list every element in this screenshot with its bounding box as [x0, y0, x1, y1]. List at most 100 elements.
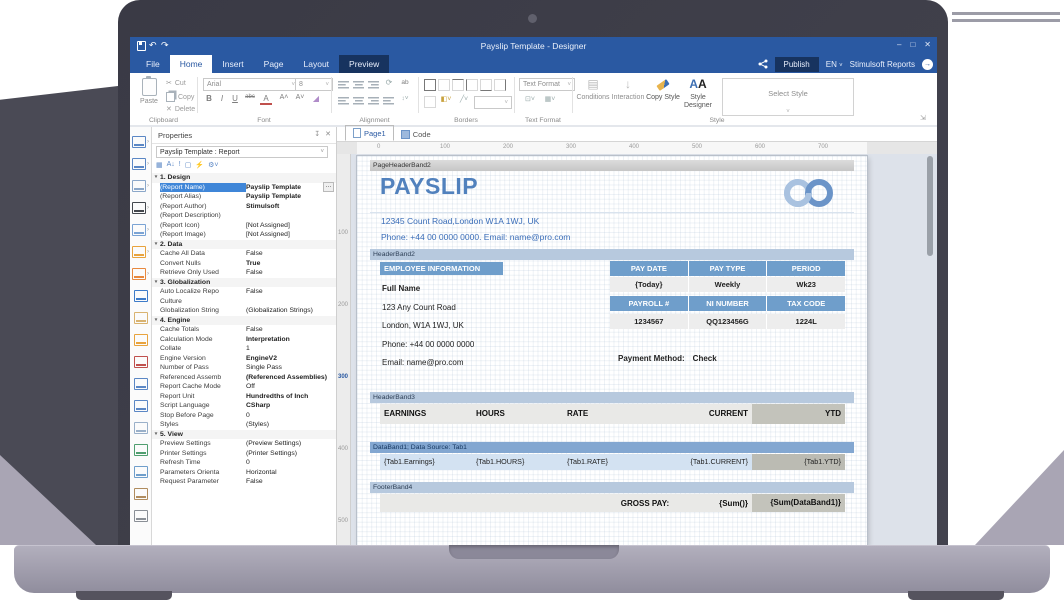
- strikethrough-button[interactable]: abc: [242, 94, 258, 100]
- property-row[interactable]: (Report Author)Stimulsoft: [152, 202, 336, 212]
- property-row[interactable]: Request ParameterFalse: [152, 477, 336, 487]
- no-borders-icon[interactable]: [438, 79, 450, 91]
- property-row[interactable]: Parameters OrientaHorizontal: [152, 468, 336, 478]
- tab-code[interactable]: Code: [394, 128, 438, 141]
- gear-icon[interactable]: ⚙˅: [208, 161, 218, 169]
- report-cell[interactable]: {Tab1.RATE}: [563, 454, 657, 470]
- report-cell[interactable]: 1224L: [767, 314, 845, 329]
- copy-style-button[interactable]: Copy Style: [646, 77, 680, 102]
- property-group[interactable]: ▾4. Engine: [152, 316, 336, 326]
- report-cell[interactable]: Weekly: [689, 277, 768, 292]
- border-color-select[interactable]: ˅: [474, 96, 512, 109]
- language-selector[interactable]: EN ˅: [826, 60, 843, 69]
- all-borders-icon[interactable]: [424, 79, 436, 91]
- report-cell[interactable]: {Tab1.Earnings}: [380, 454, 472, 470]
- select-style-box[interactable]: Select Style ˅: [722, 78, 854, 116]
- folder-band-icon[interactable]: [134, 307, 148, 329]
- wrap-text-icon[interactable]: ab: [398, 79, 412, 86]
- property-row[interactable]: Styles(Styles): [152, 420, 336, 430]
- maximize-button[interactable]: □: [910, 40, 915, 49]
- report-cell[interactable]: PAY DATE: [610, 261, 689, 276]
- categorized-icon[interactable]: ▦: [156, 161, 163, 169]
- account-label[interactable]: Stimulsoft Reports: [850, 60, 915, 69]
- property-row[interactable]: Number of PassSingle Pass: [152, 363, 336, 373]
- property-row[interactable]: Cache All DataFalse: [152, 249, 336, 259]
- table-icon[interactable]: [134, 439, 148, 461]
- report-cell[interactable]: {Today}: [610, 277, 689, 292]
- property-row[interactable]: (Report Name)Payslip Template…: [152, 183, 336, 193]
- band-header3[interactable]: HeaderBand3: [370, 392, 854, 403]
- property-row[interactable]: Preview Settings(Preview Settings): [152, 439, 336, 449]
- report-cell[interactable]: {Tab1.YTD}: [752, 454, 845, 470]
- property-row[interactable]: Script LanguageCSharp: [152, 401, 336, 411]
- company-logo[interactable]: [781, 176, 837, 210]
- employee-info-header[interactable]: EMPLOYEE INFORMATION: [380, 262, 503, 275]
- minimize-button[interactable]: –: [897, 40, 901, 49]
- report-cell[interactable]: Wk23: [767, 277, 845, 292]
- align-bottom-icon[interactable]: [368, 81, 379, 89]
- design-canvas[interactable]: PageHeaderBand2 PAYSLIP 12345 Count Road…: [337, 154, 937, 545]
- band-icon[interactable]: [134, 329, 148, 351]
- pin-icon[interactable]: ↧: [314, 130, 320, 138]
- property-group[interactable]: ▾3. Globalization: [152, 278, 336, 288]
- clock-icon[interactable]: ›: [132, 263, 149, 285]
- menu-tab-page[interactable]: Page: [254, 55, 294, 73]
- important-icon[interactable]: !: [179, 161, 181, 169]
- payment-method[interactable]: Payment Method:Check: [610, 354, 717, 363]
- report-cell[interactable]: TAX CODE: [767, 296, 845, 311]
- style-dialog-launcher-icon[interactable]: ⇲: [920, 114, 926, 122]
- property-row[interactable]: (Report Image)[Not Assigned]: [152, 230, 336, 240]
- text-in-cells-icon[interactable]: [134, 373, 148, 395]
- report-cell[interactable]: PAYROLL #: [610, 296, 689, 311]
- company-address[interactable]: 12345 Count Road,London W1A 1WJ, UK: [381, 216, 539, 226]
- bold-button[interactable]: B: [203, 94, 215, 103]
- report-text[interactable]: 123 Any Count Road: [382, 299, 532, 318]
- page-blank-icon[interactable]: [134, 417, 148, 439]
- top-border-icon[interactable]: [452, 79, 464, 91]
- conditions-button[interactable]: ▤ Conditions: [576, 77, 610, 102]
- font-size-select[interactable]: 8˅: [295, 78, 333, 91]
- ytd-sum-cell[interactable]: {Sum(DataBand1)}: [752, 494, 845, 512]
- tab-page1[interactable]: Page1: [345, 125, 394, 141]
- property-row[interactable]: Retrieve Only UsedFalse: [152, 268, 336, 278]
- font-family-select[interactable]: Arial˅: [203, 78, 299, 91]
- menu-tab-preview[interactable]: Preview: [339, 55, 389, 73]
- property-row[interactable]: Refresh Time0: [152, 458, 336, 468]
- report-text[interactable]: Full Name: [382, 280, 532, 299]
- report-cell[interactable]: PERIOD: [767, 261, 845, 276]
- property-page-icon[interactable]: ▢: [185, 161, 192, 169]
- property-row[interactable]: Report Cache ModeOff: [152, 382, 336, 392]
- outside-border-icon[interactable]: [424, 96, 436, 108]
- left-border-icon[interactable]: [466, 79, 478, 91]
- property-row[interactable]: Report UnitHundredths of Inch: [152, 392, 336, 402]
- paste-button[interactable]: Paste: [135, 78, 163, 105]
- report-cell[interactable]: NI NUMBER: [689, 296, 768, 311]
- align-justify-icon[interactable]: [383, 97, 394, 105]
- menu-tab-insert[interactable]: Insert: [212, 55, 253, 73]
- property-row[interactable]: Referenced Assemb(Referenced Assemblies): [152, 373, 336, 383]
- align-left-icon[interactable]: [338, 97, 349, 105]
- ellipsis-button[interactable]: …: [323, 182, 334, 192]
- property-row[interactable]: (Report Icon)[Not Assigned]: [152, 221, 336, 231]
- panel-close-icon[interactable]: ✕: [325, 130, 331, 138]
- report-cell[interactable]: CURRENT: [657, 404, 752, 424]
- band-data[interactable]: DataBand1; Data Source: Tab1: [370, 442, 854, 453]
- report-cell[interactable]: RATE: [563, 404, 657, 424]
- report-cell[interactable]: PAY TYPE: [689, 261, 768, 276]
- delete-button[interactable]: ✕Delete: [166, 105, 195, 113]
- report-cell[interactable]: {Tab1.CURRENT}: [657, 454, 752, 470]
- menu-tab-layout[interactable]: Layout: [294, 55, 340, 73]
- report-cell[interactable]: HOURS: [472, 404, 563, 424]
- border-style-icon[interactable]: ╱˅: [456, 95, 472, 103]
- property-row[interactable]: Stop Before Page0: [152, 411, 336, 421]
- close-button[interactable]: ✕: [924, 40, 931, 49]
- vertical-scrollbar[interactable]: [927, 156, 933, 256]
- events-icon[interactable]: ⚡: [195, 161, 204, 169]
- chart-icon[interactable]: ›: [132, 241, 149, 263]
- copy-button[interactable]: Copy: [166, 92, 194, 102]
- cut-button[interactable]: ✂Cut: [166, 79, 186, 87]
- object-selector[interactable]: Payslip Template : Report˅: [156, 146, 328, 158]
- italic-button[interactable]: I: [216, 94, 228, 103]
- report-tree-icon[interactable]: ›: [132, 131, 149, 153]
- property-row[interactable]: Engine VersionEngineV2: [152, 354, 336, 364]
